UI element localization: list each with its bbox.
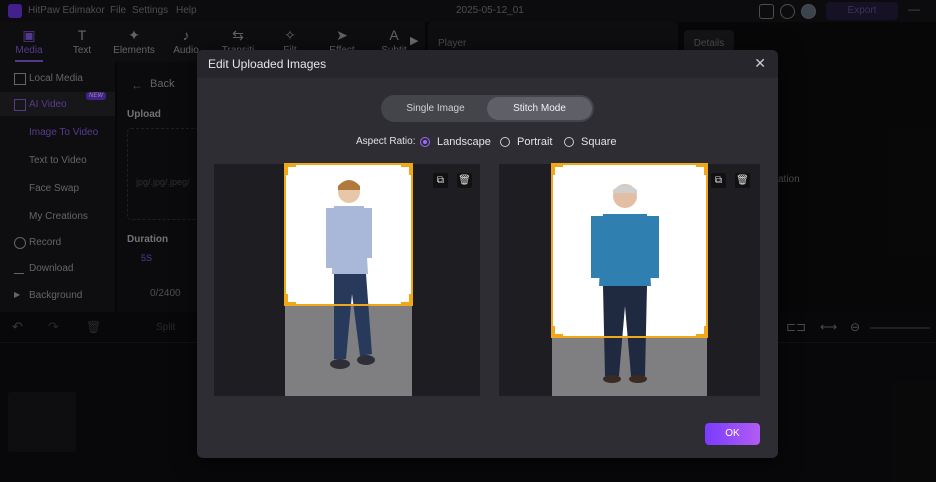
dialog-header: Edit Uploaded Images ✕ — [197, 50, 778, 78]
dialog-title: Edit Uploaded Images — [208, 57, 327, 71]
landscape-radio[interactable] — [420, 137, 430, 147]
edit-uploaded-images-dialog: Edit Uploaded Images ✕ Single Image Stit… — [197, 50, 778, 458]
landscape-label[interactable]: Landscape — [437, 136, 491, 148]
close-icon[interactable]: ✕ — [754, 55, 766, 72]
square-radio[interactable] — [564, 137, 574, 147]
crop-selection-frame[interactable] — [284, 163, 413, 306]
delete-image-icon[interactable]: 🗑 — [735, 173, 750, 188]
square-label[interactable]: Square — [581, 136, 616, 148]
aspect-ratio-label: Aspect Ratio: — [356, 136, 416, 147]
mode-switch: Single Image Stitch Mode — [381, 95, 594, 122]
ok-button[interactable]: OK — [705, 423, 760, 445]
stitch-mode-tab[interactable]: Stitch Mode — [487, 97, 592, 120]
single-image-tab[interactable]: Single Image — [383, 97, 488, 120]
aspect-ratio-row: Aspect Ratio: Landscape Portrait Square — [197, 136, 778, 150]
delete-image-icon[interactable]: 🗑 — [457, 173, 472, 188]
image-pane-left: ⧉ 🗑 — [214, 163, 480, 396]
crop-selection-frame[interactable] — [551, 163, 708, 338]
portrait-radio[interactable] — [500, 137, 510, 147]
portrait-label[interactable]: Portrait — [517, 136, 552, 148]
image-pane-right: ⧉ 🗑 — [499, 163, 760, 396]
replace-image-icon[interactable]: ⧉ — [711, 173, 726, 188]
replace-image-icon[interactable]: ⧉ — [433, 173, 448, 188]
